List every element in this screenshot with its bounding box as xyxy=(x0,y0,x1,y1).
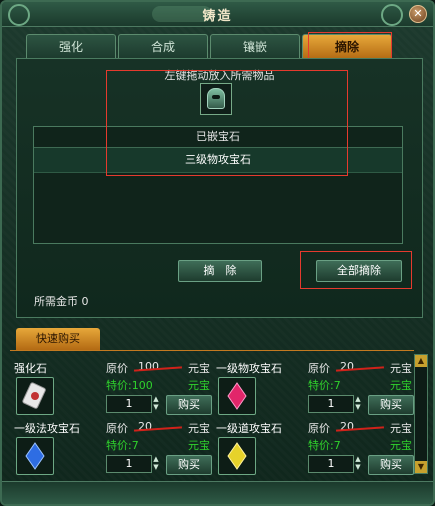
gold-cost-label: 所需金币 xyxy=(34,295,78,308)
item-name: 一级道攻宝石 xyxy=(216,422,282,435)
shop-item: 强化石 原价 100 元宝 特价:100 元宝 1 ▲ ▼ 购买 xyxy=(10,355,212,415)
quantity-stepper[interactable]: ▲ ▼ xyxy=(151,395,161,411)
window-title: 铸造 xyxy=(202,9,233,24)
scroll-up-icon[interactable]: ▲ xyxy=(415,355,427,367)
special-price-label: 特价: xyxy=(308,439,334,452)
special-price-value: 7 xyxy=(131,439,139,452)
currency-label: 元宝 xyxy=(390,362,412,375)
ornament-icon xyxy=(381,4,403,26)
quantity-stepper[interactable]: ▲ ▼ xyxy=(151,455,161,471)
helmet-icon[interactable] xyxy=(207,88,225,109)
buy-button[interactable]: 购买 xyxy=(368,455,414,475)
quantity-stepper[interactable]: ▲ ▼ xyxy=(353,395,363,411)
strengthen-stone-icon[interactable] xyxy=(16,377,54,415)
quantity-field[interactable]: 1 xyxy=(308,455,354,473)
original-price-label: 原价 xyxy=(308,362,330,375)
tab-bar: 强化 合成 镶嵌 摘除 xyxy=(26,34,394,59)
special-price-value: 100 xyxy=(131,379,153,392)
buy-button[interactable]: 购买 xyxy=(166,455,212,475)
gold-cost: 所需金币 0 xyxy=(34,293,89,309)
tab-inlay[interactable]: 镶嵌 xyxy=(210,34,300,59)
currency-label: 元宝 xyxy=(188,362,210,375)
quantity-field[interactable]: 1 xyxy=(106,395,152,413)
currency-label: 元宝 xyxy=(390,379,412,392)
shop-item: 一级道攻宝石 原价 20 元宝 特价:7 元宝 1 ▲ ▼ 购买 xyxy=(212,415,414,475)
item-name: 一级物攻宝石 xyxy=(216,362,282,375)
tab-strengthen[interactable]: 强化 xyxy=(26,34,116,59)
currency-label: 元宝 xyxy=(188,439,210,452)
special-price: 特价:7 xyxy=(308,437,341,453)
currency-label: 元宝 xyxy=(390,439,412,452)
inlaid-gem-list: 已嵌宝石 三级物攻宝石 xyxy=(33,126,403,244)
special-price-label: 特价: xyxy=(106,439,132,452)
yellow-gem-icon[interactable] xyxy=(218,437,256,475)
quantity-stepper[interactable]: ▲ ▼ xyxy=(353,455,363,471)
quantity-field[interactable]: 1 xyxy=(106,455,152,473)
item-name: 强化石 xyxy=(14,362,47,375)
list-item[interactable]: 三级物攻宝石 xyxy=(34,148,402,173)
shop-item: 一级法攻宝石 原价 20 元宝 特价:7 元宝 1 ▲ ▼ 购买 xyxy=(10,415,212,475)
gold-cost-value: 0 xyxy=(81,295,89,308)
gem-list-header: 已嵌宝石 xyxy=(34,127,402,148)
remove-button[interactable]: 摘 除 xyxy=(178,260,262,282)
drag-hint: 左键拖动放入所需物品 xyxy=(164,69,275,82)
blue-gem-icon[interactable] xyxy=(16,437,54,475)
buy-button[interactable]: 购买 xyxy=(368,395,414,415)
currency-label: 元宝 xyxy=(188,422,210,435)
bottom-frame xyxy=(2,481,433,504)
special-price-value: 7 xyxy=(333,439,341,452)
original-price-label: 原价 xyxy=(106,362,128,375)
item-name: 一级法攻宝石 xyxy=(14,422,80,435)
buy-button[interactable]: 购买 xyxy=(166,395,212,415)
quantity-field[interactable]: 1 xyxy=(308,395,354,413)
original-price-label: 原价 xyxy=(308,422,330,435)
shop-scrollbar[interactable]: ▲ ▼ xyxy=(414,354,428,474)
special-price-label: 特价: xyxy=(308,379,334,392)
shop-item: 一级物攻宝石 原价 20 元宝 特价:7 元宝 1 ▲ ▼ 购买 xyxy=(212,355,414,415)
special-price-label: 特价: xyxy=(106,379,132,392)
title-bar[interactable]: 铸造 ✕ xyxy=(2,2,433,27)
currency-label: 元宝 xyxy=(390,422,412,435)
tab-remove[interactable]: 摘除 xyxy=(302,34,392,59)
special-price: 特价:7 xyxy=(106,437,139,453)
special-price: 特价:100 xyxy=(106,377,153,393)
remove-all-button[interactable]: 全部摘除 xyxy=(316,260,402,282)
currency-label: 元宝 xyxy=(188,379,210,392)
original-price-label: 原价 xyxy=(106,422,128,435)
scroll-down-icon[interactable]: ▼ xyxy=(415,461,427,473)
forge-window: 铸造 ✕ 强化 合成 镶嵌 摘除 左键拖动放入所需物品 已嵌宝石 三级物攻宝石 … xyxy=(0,0,435,506)
close-icon[interactable]: ✕ xyxy=(409,5,427,23)
red-gem-icon[interactable] xyxy=(218,377,256,415)
tab-quick-buy[interactable]: 快速购买 xyxy=(16,328,100,350)
quick-buy-panel: 强化石 原价 100 元宝 特价:100 元宝 1 ▲ ▼ 购买 一级物攻宝石 原… xyxy=(10,350,414,477)
special-price-value: 7 xyxy=(333,379,341,392)
special-price: 特价:7 xyxy=(308,377,341,393)
tab-combine[interactable]: 合成 xyxy=(118,34,208,59)
